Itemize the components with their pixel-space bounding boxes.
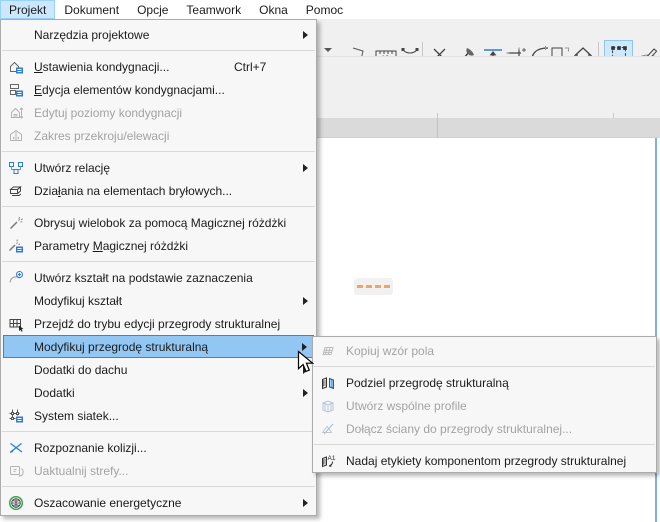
menu-separator xyxy=(2,50,315,51)
menu-item-zakres-przekroju-elewacji: Zakres przekroju/elewacji xyxy=(1,124,316,147)
submenu-item-nadaj-etykiety[interactable]: A1 Nadaj etykiety komponentom przegrody … xyxy=(313,449,656,472)
collision-detection-icon xyxy=(8,440,28,456)
edit-story-levels-icon xyxy=(8,105,28,121)
menu-item-dzialania-na-elementach-brylowych[interactable]: Działania na elementach bryłowych... xyxy=(1,179,316,202)
curtain-wall-edit-mode-icon xyxy=(8,316,28,332)
menu-item-rozpoznanie-kolizji[interactable]: Rozpoznanie kolizji... xyxy=(1,436,316,459)
menu-item-narzedzia-projektowe[interactable]: Narzędzia projektowe xyxy=(1,23,316,46)
menu-separator xyxy=(314,444,655,445)
submenu-item-dolacz-sciany: Dołącz ściany do przegrody strukturalnej… xyxy=(313,417,656,440)
menu-item-edytuj-poziomy-kondygnacji: Edytuj poziomy kondygnacji xyxy=(1,101,316,124)
update-zones-icon xyxy=(8,463,28,479)
section-elevation-range-icon xyxy=(8,128,28,144)
menu-separator xyxy=(2,431,315,432)
submenu-arrow-icon xyxy=(303,388,308,397)
create-shared-profiles-icon xyxy=(320,398,340,414)
menu-item-utworz-relacje[interactable]: Utwórz relację xyxy=(1,156,316,179)
attach-walls-to-curtain-wall-icon xyxy=(320,421,340,437)
label-curtain-wall-components-icon: A1 xyxy=(320,453,340,469)
edit-elements-by-stories-icon xyxy=(8,82,28,98)
menu-bar: Projekt Dokument Opcje Teamwork Okna Pom… xyxy=(0,0,660,19)
grid-system-icon xyxy=(8,408,28,424)
submenu-item-kopiuj-wzor-pola: Kopiuj wzór pola xyxy=(313,339,656,362)
create-relation-icon xyxy=(8,160,28,176)
menu-opcje[interactable]: Opcje xyxy=(128,0,177,19)
mouse-cursor xyxy=(297,350,319,379)
menu-item-dodatki[interactable]: Dodatki xyxy=(1,381,316,404)
submenu-item-podziel-przegrode-strukturalna[interactable]: Podziel przegrodę strukturalną xyxy=(313,371,656,394)
menu-item-dodatki-do-dachu[interactable]: Dodatki do dachu xyxy=(1,358,316,381)
submenu-arrow-icon xyxy=(303,163,308,172)
submenu-item-utworz-wspolne-profile: Utwórz wspólne profile xyxy=(313,394,656,417)
menu-item-parametry-magicznej-rozdzki[interactable]: Parametry Magicznej różdżki xyxy=(1,234,316,257)
solid-element-operations-icon xyxy=(8,183,28,199)
tab-strip-divider xyxy=(437,118,438,138)
submenu-arrow-icon xyxy=(303,296,308,305)
menu-separator xyxy=(2,261,315,262)
menu-item-przejdz-do-trybu-edycji[interactable]: Przejdź do trybu edycji przegrody strukt… xyxy=(1,312,316,335)
magic-wand-trace-icon xyxy=(8,215,28,231)
selection-dash-marker[interactable] xyxy=(354,278,393,295)
menu-separator xyxy=(2,486,315,487)
menu-item-modyfikuj-przegrode-strukturalna[interactable]: Modyfikuj przegrodę strukturalną xyxy=(3,335,314,358)
split-curtain-wall-icon xyxy=(320,375,340,391)
menu-item-system-siatek[interactable]: System siatek... xyxy=(1,404,316,427)
menu-projekt[interactable]: Projekt xyxy=(0,0,56,19)
submenu-arrow-icon xyxy=(303,498,308,507)
menu-dokument[interactable]: Dokument xyxy=(55,0,128,19)
menu-item-uaktualnij-strefy: Uaktualnij strefy... xyxy=(1,459,316,482)
menu-separator xyxy=(2,151,315,152)
svg-text:A1: A1 xyxy=(328,455,336,462)
menu-item-ustawienia-kondygnacji[interactable]: Ustawienia kondygnacji... Ctrl+7 xyxy=(1,55,316,78)
story-settings-icon xyxy=(8,59,28,75)
menu-item-edycja-elementow-kondygnacjami[interactable]: Edycja elementów kondygnacjami... xyxy=(1,78,316,101)
curtain-wall-submenu: Kopiuj wzór pola Podziel przegrodę struk… xyxy=(312,336,657,473)
menu-item-modyfikuj-ksztalt[interactable]: Modyfikuj kształt xyxy=(1,289,316,312)
menu-item-obrysuj-wielobok[interactable]: Obrysuj wielobok za pomocą Magicznej róż… xyxy=(1,211,316,234)
submenu-arrow-icon xyxy=(303,30,308,39)
copy-field-pattern-icon xyxy=(320,343,340,359)
menu-item-oszacowanie-energetyczne[interactable]: Oszacowanie energetyczne xyxy=(1,491,316,514)
menu-teamwork[interactable]: Teamwork xyxy=(177,0,250,19)
energy-evaluation-icon xyxy=(8,495,28,511)
magic-wand-settings-icon xyxy=(8,238,28,254)
menu-separator xyxy=(314,366,655,367)
create-morph-from-selection-icon xyxy=(8,270,28,286)
menu-okna[interactable]: Okna xyxy=(250,0,297,19)
menu-pomoc[interactable]: Pomoc xyxy=(297,0,352,19)
projekt-menu-dropdown: Narzędzia projektowe Ustawienia kondygna… xyxy=(0,19,317,516)
menu-separator xyxy=(2,206,315,207)
shortcut-label: Ctrl+7 xyxy=(234,59,267,74)
menu-item-utworz-ksztalt[interactable]: Utwórz kształt na podstawie zaznaczenia xyxy=(1,266,316,289)
